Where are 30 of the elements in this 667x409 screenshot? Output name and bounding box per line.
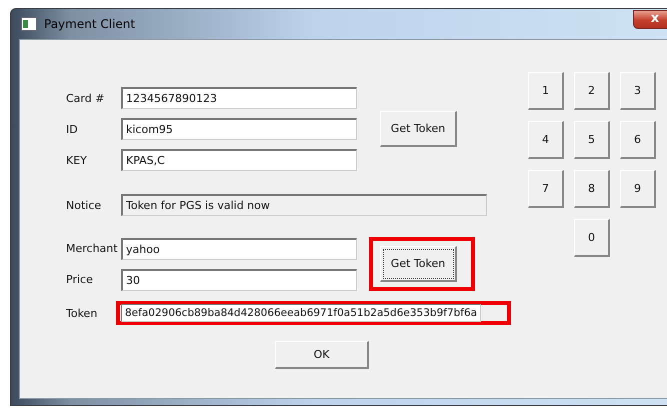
- get-token-button[interactable]: Get Token: [380, 246, 457, 282]
- get-token-button[interactable]: Get Token: [380, 111, 457, 147]
- window-icon: [21, 17, 37, 31]
- close-button[interactable]: x: [633, 10, 667, 28]
- keypad-button[interactable]: 8: [574, 170, 610, 208]
- field-label: Card #: [66, 92, 106, 104]
- keypad-button[interactable]: 1: [528, 72, 564, 110]
- token-field[interactable]: 8efa02906cb89ba84d428066eeab6971f0a51b2a5d6e353b9f7bf6a: [121, 304, 482, 322]
- input-field[interactable]: kicom95: [121, 118, 357, 140]
- input-field[interactable]: 1234567890123: [121, 87, 357, 109]
- keypad-button[interactable]: 4: [528, 121, 564, 159]
- field-label: Token: [66, 306, 98, 320]
- field-label: KEY: [66, 154, 88, 166]
- field-label: Price: [66, 273, 94, 286]
- keypad-button[interactable]: 9: [620, 170, 656, 208]
- field-label: Notice: [66, 198, 102, 212]
- keypad-button[interactable]: 2: [574, 72, 610, 110]
- keypad-button[interactable]: 5: [574, 121, 610, 159]
- input-field[interactable]: 30: [121, 268, 357, 290]
- keypad-button[interactable]: 6: [620, 121, 656, 159]
- keypad-button[interactable]: 3: [620, 72, 656, 110]
- input-field[interactable]: yahoo: [121, 238, 357, 260]
- keypad-button[interactable]: 7: [528, 170, 564, 208]
- window-title: Payment Client: [44, 17, 136, 31]
- ok-button[interactable]: OK: [275, 341, 369, 369]
- field-label: Merchant: [66, 242, 119, 255]
- field-label: ID: [66, 122, 79, 136]
- input-field[interactable]: KPAS,C: [121, 149, 357, 171]
- keypad-button[interactable]: 0: [574, 219, 610, 257]
- notice-field: Token for PGS is valid now: [121, 194, 487, 216]
